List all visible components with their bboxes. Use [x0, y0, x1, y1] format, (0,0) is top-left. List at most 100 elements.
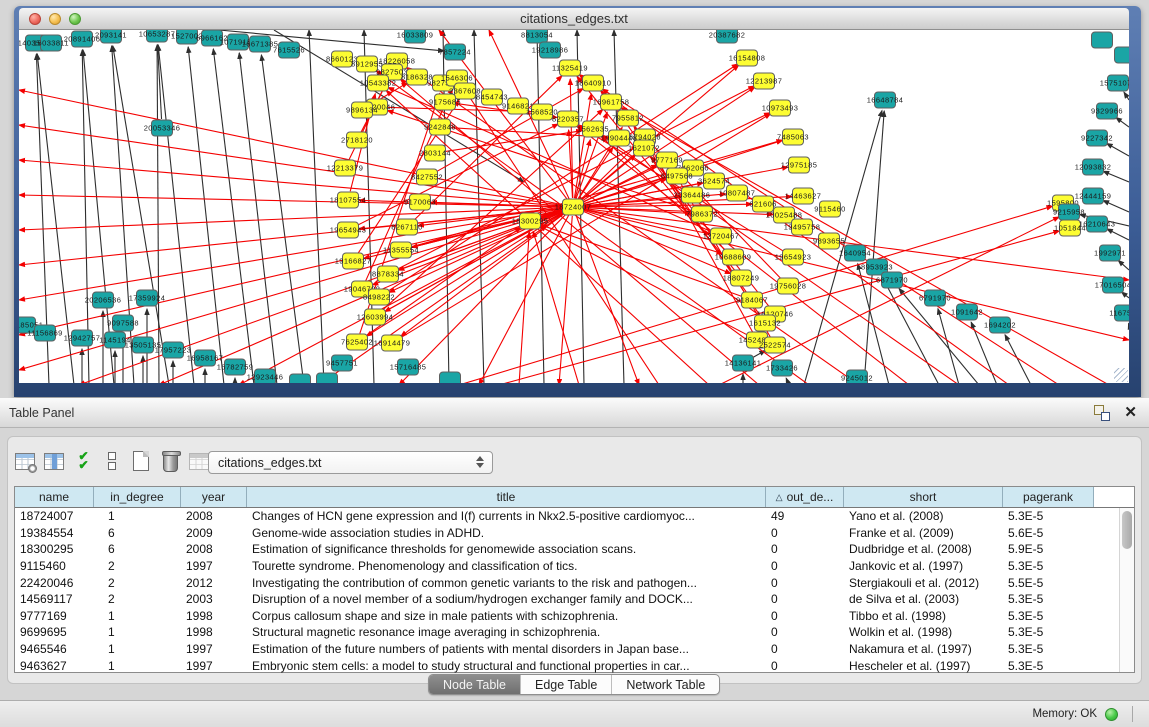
- table-cell[interactable]: 2008: [181, 542, 247, 556]
- column-header-name[interactable]: name: [15, 487, 94, 507]
- table-cell[interactable]: 5.3E-5: [1003, 625, 1094, 639]
- new-document-icon[interactable]: [129, 448, 153, 474]
- table-cell[interactable]: 0: [766, 625, 844, 639]
- table-cell[interactable]: 49: [766, 509, 844, 523]
- graph-edge[interactable]: [1128, 323, 1129, 325]
- graph-edge[interactable]: [719, 217, 1059, 383]
- table-cell[interactable]: Estimation of the future numbers of pati…: [247, 642, 766, 656]
- tab-network-table[interactable]: Network Table: [612, 675, 719, 694]
- table-cell[interactable]: 5.3E-5: [1003, 659, 1094, 673]
- table-cell[interactable]: 5.5E-5: [1003, 576, 1094, 590]
- table-cell[interactable]: 1: [94, 609, 181, 623]
- table-row[interactable]: 946362711997Embryonic stem cells: a mode…: [15, 657, 1134, 674]
- scrollbar-thumb[interactable]: [1122, 511, 1132, 549]
- graph-edge[interactable]: [804, 111, 882, 383]
- graph-edge[interactable]: [1124, 92, 1129, 100]
- delete-trash-icon[interactable]: [158, 448, 182, 474]
- table-row[interactable]: 946554611997Estimation of the future num…: [15, 641, 1134, 658]
- graph-edge[interactable]: [786, 378, 789, 383]
- table-cell[interactable]: Disruption of a novel member of a sodium…: [247, 592, 766, 606]
- table-cell[interactable]: 0: [766, 542, 844, 556]
- graph-edge[interactable]: [213, 49, 254, 383]
- table-cell[interactable]: 2: [94, 559, 181, 573]
- graph-node[interactable]: [440, 372, 461, 383]
- graph-edge[interactable]: [401, 212, 566, 336]
- graph-edge[interactable]: [1118, 260, 1129, 270]
- table-cell[interactable]: Genome-wide association studies in ADHD.: [247, 526, 766, 540]
- graph-edge[interactable]: [1107, 229, 1129, 240]
- table-cell[interactable]: 5.3E-5: [1003, 642, 1094, 656]
- table-cell[interactable]: 19384554: [15, 526, 94, 540]
- table-cell[interactable]: 1997: [181, 559, 247, 573]
- table-cell[interactable]: 2009: [181, 526, 247, 540]
- tab-node-table[interactable]: Node Table: [429, 675, 521, 694]
- graph-node[interactable]: [290, 374, 311, 383]
- table-scrollbar[interactable]: [1119, 508, 1134, 672]
- table-cell[interactable]: Changes of HCN gene expression and I(f) …: [247, 509, 766, 523]
- table-row[interactable]: 1456911722003Disruption of a novel membe…: [15, 591, 1134, 608]
- table-cell[interactable]: Dudbridge et al. (2008): [844, 542, 1003, 556]
- table-row[interactable]: 2242004622012Investigating the contribut…: [15, 574, 1134, 591]
- table-cell[interactable]: 2: [94, 576, 181, 590]
- graph-edge[interactable]: [1107, 143, 1129, 156]
- table-cell[interactable]: 22420046: [15, 576, 94, 590]
- table-cell[interactable]: Corpus callosum shape and size in male p…: [247, 609, 766, 623]
- column-settings-icon[interactable]: [42, 448, 66, 474]
- graph-edge[interactable]: [158, 45, 194, 383]
- table-cell[interactable]: 9777169: [15, 609, 94, 623]
- table-cell[interactable]: 0: [766, 592, 844, 606]
- table-cell[interactable]: 9115460: [15, 559, 94, 573]
- graph-node[interactable]: [1092, 32, 1113, 48]
- column-header-in-degree[interactable]: in_degree: [94, 487, 181, 507]
- graph-edge[interactable]: [19, 195, 564, 207]
- table-row[interactable]: 977716911998Corpus callosum shape and si…: [15, 608, 1134, 625]
- table-cell[interactable]: 5.3E-5: [1003, 592, 1094, 606]
- graph-edge[interactable]: [479, 215, 569, 383]
- table-cell[interactable]: Embryonic stem cells: a model to study s…: [247, 659, 766, 673]
- graph-node[interactable]: [317, 373, 338, 383]
- network-selector-dropdown[interactable]: citations_edges.txt: [208, 451, 493, 474]
- table-settings-icon[interactable]: [13, 448, 37, 474]
- column-header-short[interactable]: short: [844, 487, 1003, 507]
- graph-edge[interactable]: [309, 30, 324, 383]
- tab-edge-table[interactable]: Edge Table: [521, 675, 612, 694]
- table-cell[interactable]: 1: [94, 509, 181, 523]
- table-cell[interactable]: Stergiakouli et al. (2012): [844, 576, 1003, 590]
- table-cell[interactable]: 14569117: [15, 592, 94, 606]
- graph-edge[interactable]: [188, 47, 224, 383]
- table-cell[interactable]: 5.9E-5: [1003, 542, 1094, 556]
- table-row[interactable]: 1830029562008Estimation of significance …: [15, 541, 1134, 558]
- table-cell[interactable]: 6: [94, 526, 181, 540]
- table-cell[interactable]: 0: [766, 659, 844, 673]
- table-cell[interactable]: 18300295: [15, 542, 94, 556]
- float-panel-icon[interactable]: [1094, 405, 1110, 421]
- table-cell[interactable]: 0: [766, 559, 844, 573]
- table-cell[interactable]: Hescheler et al. (1997): [844, 659, 1003, 673]
- table-cell[interactable]: 0: [766, 609, 844, 623]
- network-canvas[interactable]: 1872400711325419186409101696175879558126…: [19, 30, 1129, 383]
- table-cell[interactable]: 1998: [181, 625, 247, 639]
- graph-edge[interactable]: [239, 53, 277, 383]
- table-cell[interactable]: 1: [94, 659, 181, 673]
- graph-edge[interactable]: [1122, 292, 1129, 298]
- table-cell[interactable]: Estimation of significance thresholds fo…: [247, 542, 766, 556]
- table-cell[interactable]: 9463627: [15, 659, 94, 673]
- graph-edge[interactable]: [157, 45, 159, 383]
- graph-edge[interactable]: [579, 145, 637, 201]
- table-cell[interactable]: Nakamura et al. (1997): [844, 642, 1003, 656]
- table-cell[interactable]: Structural magnetic resonance image aver…: [247, 625, 766, 639]
- table-cell[interactable]: 2003: [181, 592, 247, 606]
- select-all-icon[interactable]: ✔✔: [71, 448, 95, 474]
- table-cell[interactable]: Investigating the contribution of common…: [247, 576, 766, 590]
- table-cell[interactable]: de Silva et al. (2003): [844, 592, 1003, 606]
- table-cell[interactable]: 5.3E-5: [1003, 509, 1094, 523]
- resize-grip[interactable]: [1114, 368, 1128, 382]
- table-row[interactable]: 911546021997Tourette syndrome. Phenomeno…: [15, 558, 1134, 575]
- column-header-pagerank[interactable]: pagerank: [1003, 487, 1094, 507]
- graph-edge[interactable]: [19, 160, 564, 206]
- graph-node[interactable]: [1115, 47, 1130, 63]
- table-cell[interactable]: 0: [766, 576, 844, 590]
- table-cell[interactable]: Franke et al. (2009): [844, 526, 1003, 540]
- column-header-title[interactable]: title: [247, 487, 766, 507]
- table-cell[interactable]: Wolkin et al. (1998): [844, 625, 1003, 639]
